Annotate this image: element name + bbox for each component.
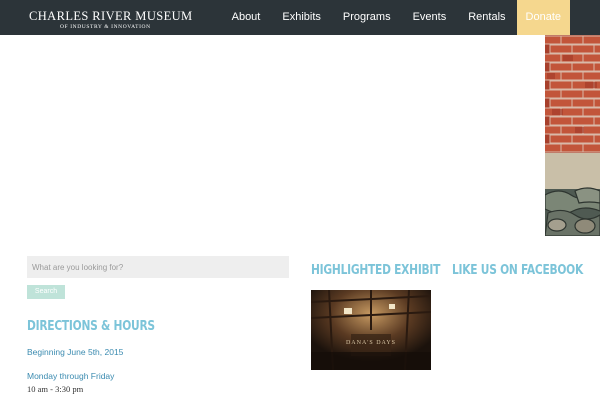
main-nav: About Exhibits Programs Events Rentals D… (221, 0, 570, 35)
museum-logo[interactable]: CHARLES RIVER MUSEUM OF INDUSTRY & INNOV… (29, 9, 193, 30)
nav-item-events[interactable]: Events (402, 0, 458, 35)
nav-item-exhibits[interactable]: Exhibits (271, 0, 332, 35)
nav-item-rentals[interactable]: Rentals (457, 0, 516, 35)
highlighted-exhibit-heading: HIGHLIGHTED EXHIBIT (311, 263, 441, 278)
facebook-heading: LIKE US ON FACEBOOK (452, 263, 584, 278)
top-navigation-bar: CHARLES RIVER MUSEUM OF INDUSTRY & INNOV… (0, 0, 600, 35)
search-input[interactable] (27, 256, 289, 278)
brick-wall-graphic (545, 35, 600, 236)
hours-time: 10 am - 3:30 pm (27, 384, 84, 394)
donate-button[interactable]: Donate (516, 0, 570, 35)
directions-date-link[interactable]: Beginning June 5th, 2015 (27, 347, 123, 357)
directions-heading: DIRECTIONS & HOURS (27, 319, 155, 334)
nav-item-programs[interactable]: Programs (332, 0, 402, 35)
exhibit-photo-caption: DANA'S DAYS (346, 340, 396, 346)
exhibit-photo-graphic: DANA'S DAYS (311, 290, 431, 370)
logo-subtitle: OF INDUSTRY & INNOVATION (60, 24, 151, 30)
brick-wall-image (545, 35, 600, 236)
hours-days-link[interactable]: Monday through Friday (27, 371, 114, 381)
exhibit-photo[interactable]: DANA'S DAYS (311, 290, 431, 370)
nav-item-about[interactable]: About (221, 0, 272, 35)
logo-title: CHARLES RIVER MUSEUM (29, 9, 193, 23)
search-button[interactable]: Search (27, 285, 65, 299)
